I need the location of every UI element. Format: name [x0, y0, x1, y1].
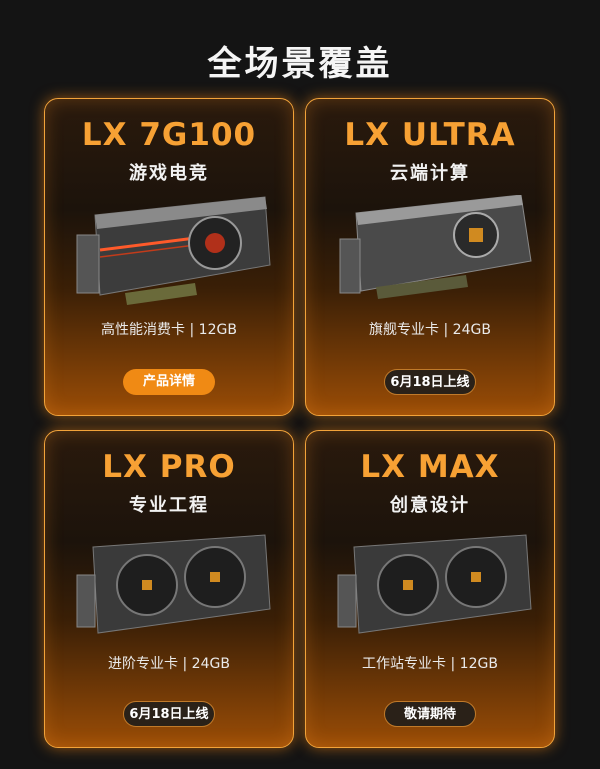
launch-date-button[interactable]: 6月18日上线: [384, 369, 476, 395]
card-title: LX ULTRA: [344, 117, 516, 153]
product-card-lx-ultra[interactable]: LX ULTRA 云端计算 旗舰专业卡 | 24GB 6月18日上线: [305, 98, 555, 416]
card-spec: 高性能消费卡 | 12GB: [101, 322, 237, 338]
gpu-image: [337, 534, 532, 634]
card-spec: 旗舰专业卡 | 24GB: [369, 322, 491, 338]
gpu-image: [76, 196, 271, 305]
gpu-image: [339, 195, 532, 299]
card-title: LX 7G100: [81, 117, 257, 153]
card-title: LX PRO: [102, 449, 236, 485]
card-subtitle: 云端计算: [390, 163, 470, 184]
card-subtitle: 专业工程: [129, 495, 209, 516]
coming-soon-button[interactable]: 敬请期待: [384, 701, 476, 727]
product-details-button[interactable]: 产品详情: [123, 369, 215, 395]
card-subtitle: 创意设计: [390, 495, 470, 516]
card-spec: 工作站专业卡 | 12GB: [362, 656, 498, 672]
card-subtitle: 游戏电竞: [129, 163, 209, 184]
launch-date-button[interactable]: 6月18日上线: [123, 701, 215, 727]
card-spec: 进阶专业卡 | 24GB: [108, 656, 230, 672]
product-card-lx-7g100[interactable]: LX 7G100 游戏电竞 高性能消费卡 | 12GB 产品详情: [44, 98, 294, 416]
gpu-image: [76, 534, 271, 634]
product-card-lx-max[interactable]: LX MAX 创意设计 工作站专业卡 | 12GB 敬请期待: [305, 430, 555, 748]
product-card-lx-pro[interactable]: LX PRO 专业工程 进阶专业卡 | 24GB 6月18日上线: [44, 430, 294, 748]
card-title: LX MAX: [360, 449, 500, 485]
page-title: 全场景覆盖: [207, 44, 393, 84]
